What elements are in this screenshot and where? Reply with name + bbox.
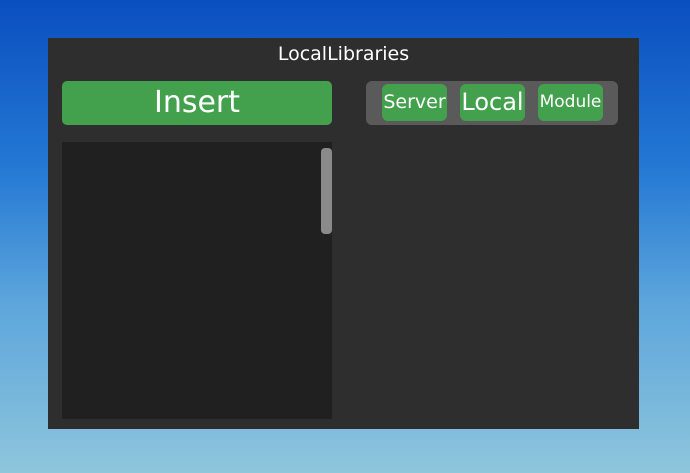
insert-button[interactable]: Insert <box>62 81 332 125</box>
server-button[interactable]: Server <box>382 84 447 121</box>
local-button[interactable]: Local <box>460 84 525 121</box>
panel-title: LocalLibraries <box>277 43 410 65</box>
mode-selector: Server Local Module <box>366 81 618 125</box>
local-libraries-panel: LocalLibraries Insert Server Local Modul… <box>48 38 639 429</box>
module-button[interactable]: Module <box>538 84 603 121</box>
library-list[interactable] <box>62 142 332 419</box>
scrollbar[interactable] <box>321 148 332 234</box>
